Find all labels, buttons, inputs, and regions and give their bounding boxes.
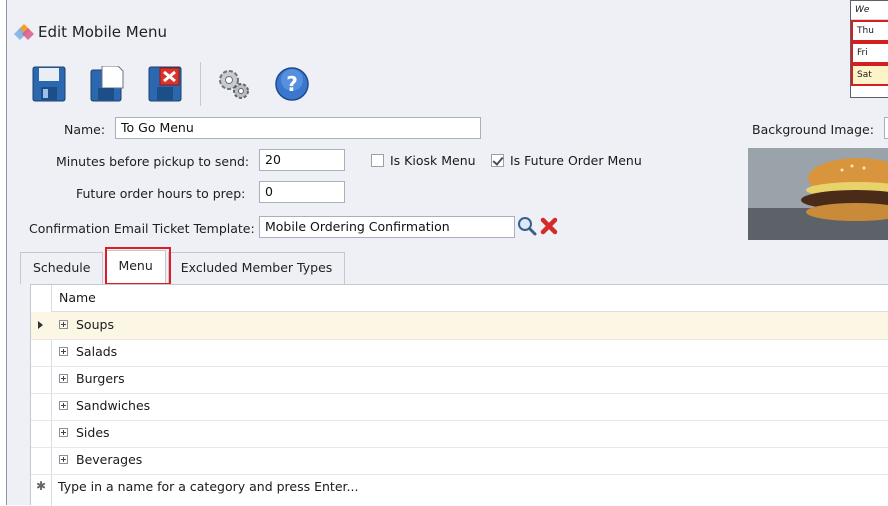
is-future-order-menu-checkbox[interactable]: Is Future Order Menu	[491, 153, 642, 168]
schedule-day-popup: We Thu Fri Sat	[850, 0, 888, 98]
gears-icon	[219, 70, 249, 99]
future-order-checkbox-box[interactable]	[491, 154, 504, 167]
is-kiosk-menu-checkbox[interactable]: Is Kiosk Menu	[371, 153, 476, 168]
magnifier-icon	[518, 217, 537, 236]
row-name: Sandwiches	[76, 398, 151, 413]
table-row[interactable]: Sandwiches	[31, 393, 888, 421]
expand-icon[interactable]	[59, 455, 68, 464]
discard-button[interactable]	[146, 64, 184, 104]
table-row[interactable]: Sides	[31, 420, 888, 448]
discard-icon	[148, 66, 182, 102]
toolbar: ?	[30, 62, 331, 106]
save-and-close-button[interactable]	[88, 64, 126, 104]
row-name: Salads	[76, 344, 118, 359]
popup-row-fri[interactable]: Fri	[851, 42, 888, 64]
row-name: Soups	[76, 317, 114, 332]
table-row[interactable]: Burgers	[31, 366, 888, 394]
popup-row-thu[interactable]: Thu	[851, 20, 888, 42]
background-image-field[interactable]	[884, 117, 888, 139]
minutes-before-pickup-label: Minutes before pickup to send:	[56, 154, 250, 169]
expand-icon[interactable]	[59, 401, 68, 410]
svg-text:?: ?	[286, 72, 298, 96]
future-order-checkbox-label: Is Future Order Menu	[510, 153, 642, 168]
new-row-placeholder[interactable]: Type in a name for a category and press …	[58, 474, 358, 500]
table-row[interactable]: Soups	[31, 312, 888, 340]
minutes-before-pickup-field[interactable]: 20	[259, 149, 345, 171]
confirmation-template-field[interactable]: Mobile Ordering Confirmation	[259, 216, 515, 238]
table-row[interactable]: Salads	[31, 339, 888, 367]
clear-template-button[interactable]	[539, 216, 559, 236]
current-row-arrow-icon	[38, 321, 43, 329]
new-row[interactable]: ✱ Type in a name for a category and pres…	[31, 474, 888, 501]
help-button[interactable]: ?	[273, 64, 311, 104]
toolbar-separator	[200, 62, 201, 106]
settings-button[interactable]	[215, 64, 253, 104]
row-name: Beverages	[76, 452, 143, 467]
expand-icon[interactable]	[59, 428, 68, 437]
help-icon: ?	[275, 67, 309, 101]
burger-photo	[748, 148, 888, 240]
row-name: Burgers	[76, 371, 125, 386]
new-row-asterisk-icon: ✱	[36, 479, 47, 493]
window-title: Edit Mobile Menu	[38, 23, 167, 41]
name-field[interactable]: To Go Menu	[115, 117, 481, 139]
save-close-icon	[90, 66, 124, 102]
save-icon	[32, 66, 66, 102]
name-column-header[interactable]: Name	[51, 285, 888, 312]
popup-row-sat[interactable]: Sat	[851, 64, 888, 86]
confirmation-template-label: Confirmation Email Ticket Template:	[29, 221, 255, 236]
tab-schedule[interactable]: Schedule	[20, 252, 104, 284]
expand-icon[interactable]	[59, 347, 68, 356]
name-label: Name:	[64, 122, 106, 137]
row-name: Sides	[76, 425, 110, 440]
window-title-bar: Edit Mobile Menu	[14, 20, 167, 44]
red-x-icon	[540, 217, 558, 235]
future-order-hours-field[interactable]: 0	[259, 181, 345, 203]
search-template-button[interactable]	[517, 216, 537, 236]
save-button[interactable]	[30, 64, 68, 104]
background-image-label: Background Image:	[752, 122, 874, 137]
future-order-hours-label: Future order hours to prep:	[76, 186, 246, 201]
tab-menu[interactable]: Menu	[105, 250, 166, 284]
tab-excluded-member-types[interactable]: Excluded Member Types	[167, 252, 346, 284]
kiosk-checkbox-box[interactable]	[371, 154, 384, 167]
expand-icon[interactable]	[59, 374, 68, 383]
background-image-preview	[748, 148, 888, 240]
tab-strip: Schedule Menu Excluded Member Types	[20, 248, 347, 284]
menu-categories-grid: Name Soups Salads Burgers Sandwiches Sid…	[30, 284, 888, 506]
expand-icon[interactable]	[59, 320, 68, 329]
popup-row-we[interactable]: We	[851, 1, 888, 20]
kiosk-checkbox-label: Is Kiosk Menu	[390, 153, 476, 168]
menu-app-icon	[14, 24, 34, 40]
table-row[interactable]: Beverages	[31, 447, 888, 475]
